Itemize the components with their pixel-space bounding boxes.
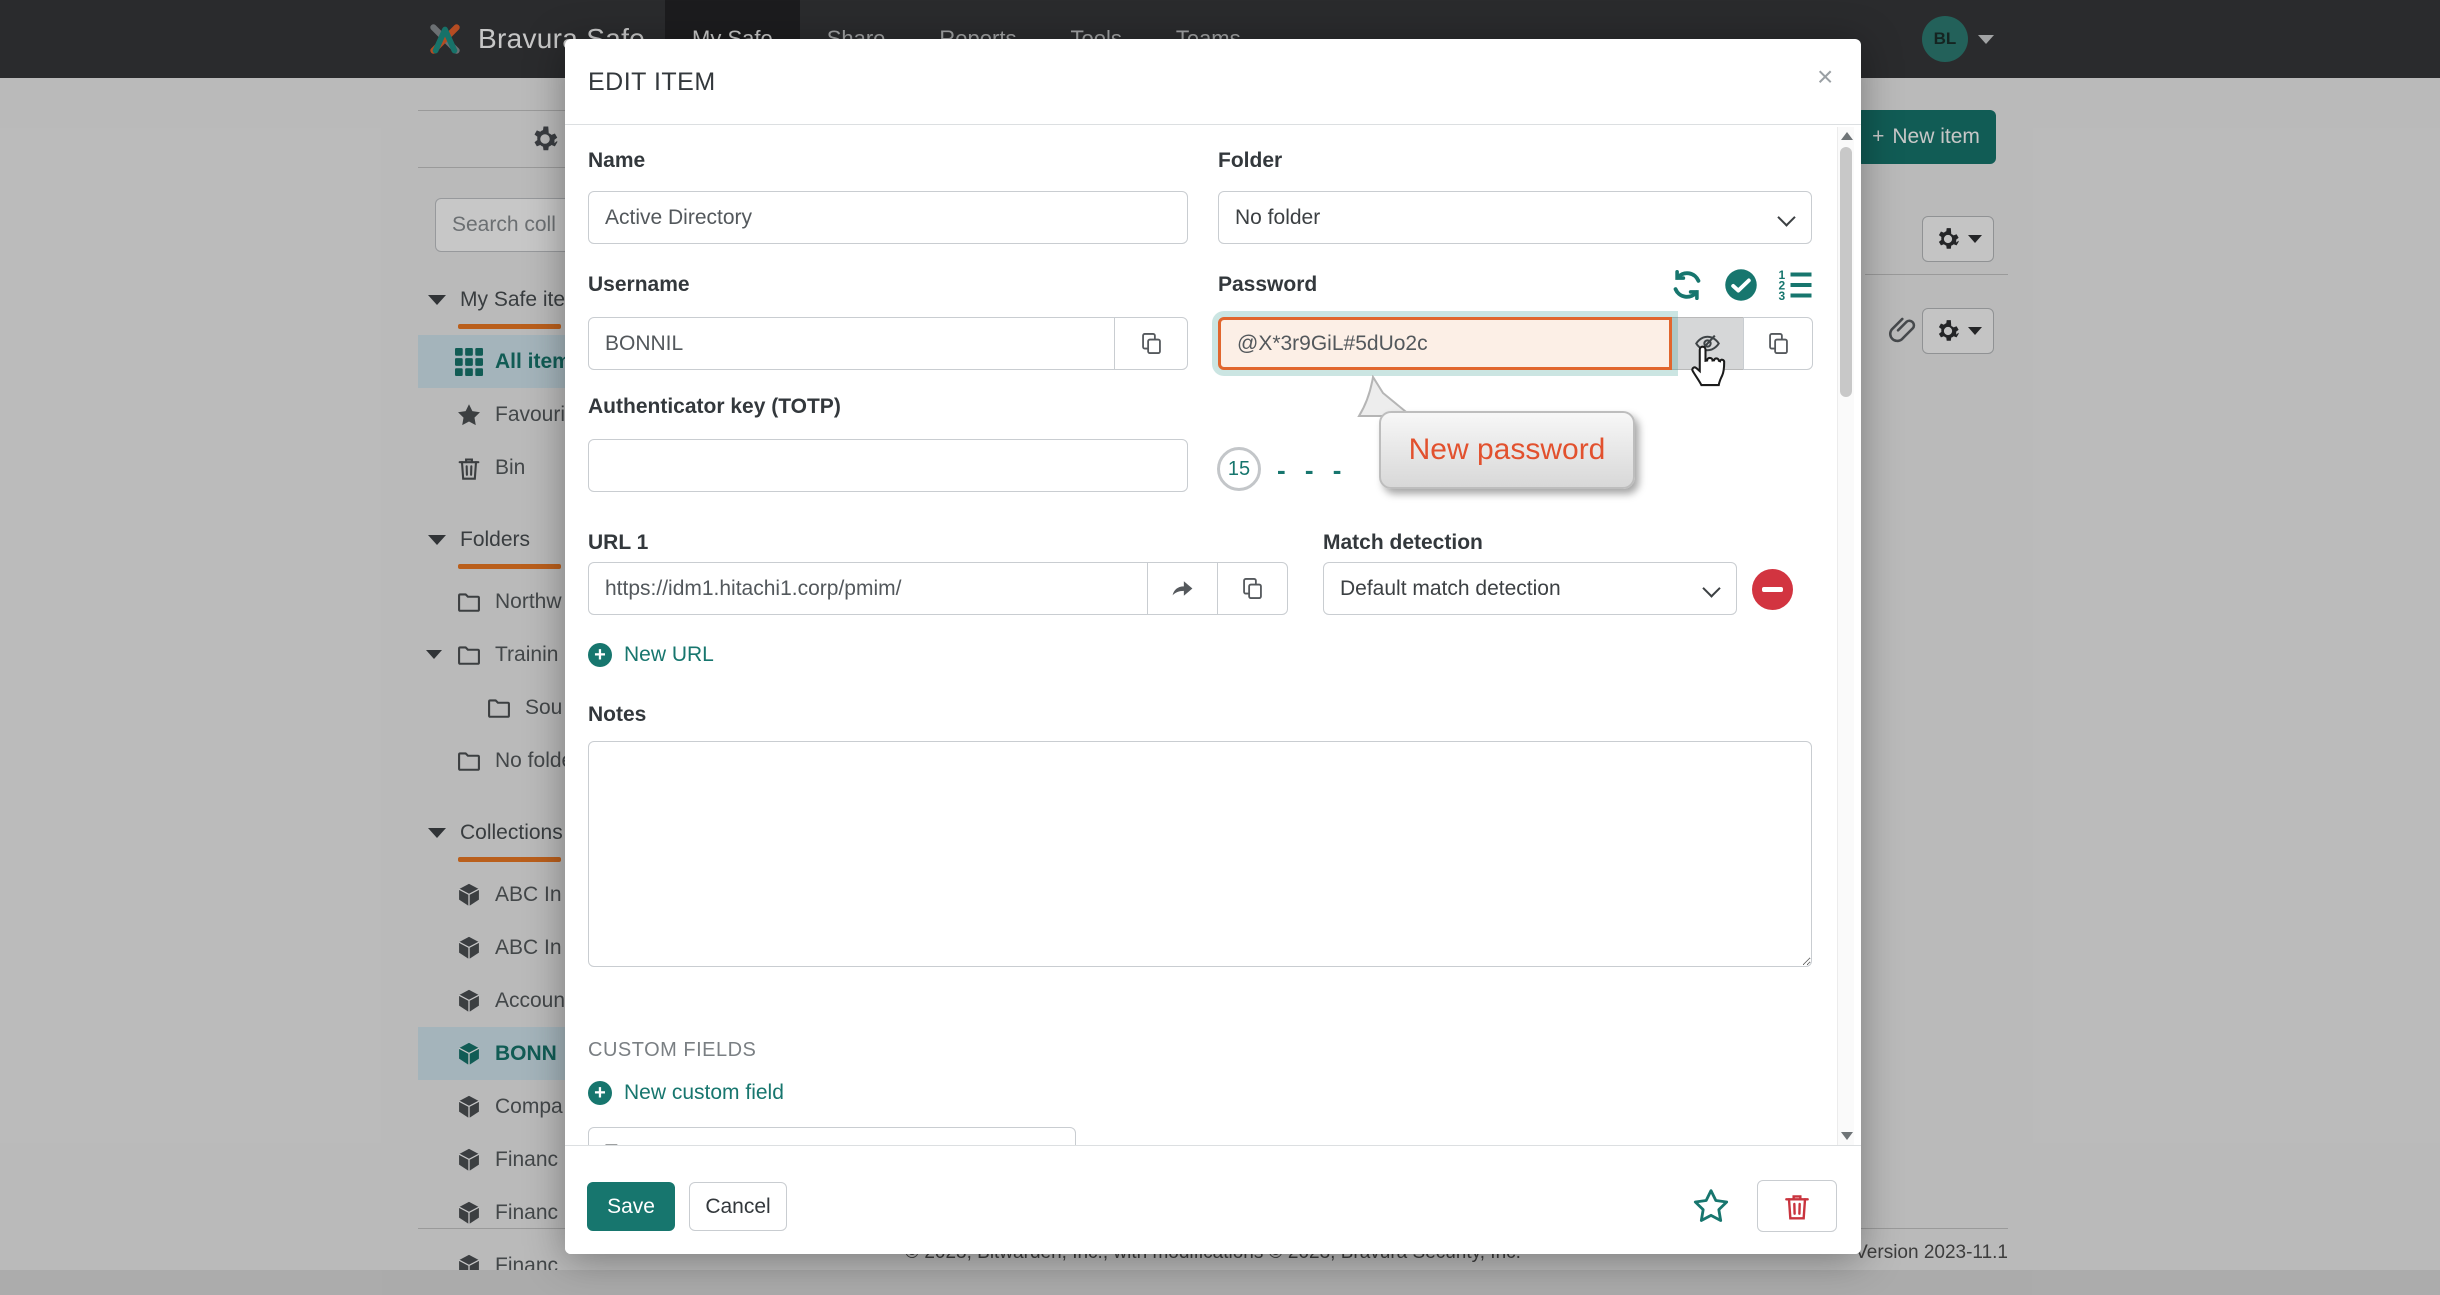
- scrollbar-thumb[interactable]: [1840, 147, 1852, 397]
- modal-scrollbar: [1837, 127, 1854, 1145]
- password-actions: 123: [1669, 267, 1813, 303]
- copy-password-button[interactable]: [1743, 317, 1813, 370]
- folder-select[interactable]: No folder: [1218, 191, 1812, 244]
- svg-text:3: 3: [1779, 289, 1786, 303]
- name-label: Name: [588, 149, 645, 173]
- edit-item-modal: EDIT ITEM × Name Folder No folder Userna…: [565, 39, 1861, 1254]
- scroll-down-arrow[interactable]: [1841, 1132, 1853, 1140]
- remove-url-button[interactable]: [1752, 569, 1793, 610]
- delete-item-button[interactable]: [1757, 1180, 1837, 1232]
- copy-icon: [1138, 330, 1165, 357]
- url-group: [588, 562, 1290, 615]
- password-history-icon[interactable]: 123: [1777, 267, 1813, 303]
- eye-slash-icon: [1694, 330, 1721, 357]
- password-label: Password: [1218, 273, 1317, 297]
- password-input[interactable]: [1218, 317, 1672, 370]
- modal-footer: Save Cancel: [565, 1145, 1861, 1254]
- notes-textarea[interactable]: [588, 741, 1812, 967]
- totp-input[interactable]: [588, 439, 1188, 492]
- new-custom-field-link[interactable]: + New custom field: [588, 1081, 784, 1105]
- launch-url-button[interactable]: [1147, 562, 1218, 615]
- check-password-icon[interactable]: [1723, 267, 1759, 303]
- chevron-down-icon: [1777, 208, 1795, 226]
- launch-icon: [1169, 575, 1196, 602]
- copy-icon: [1765, 330, 1792, 357]
- modal-title: EDIT ITEM: [588, 39, 716, 125]
- save-button[interactable]: Save: [587, 1182, 675, 1231]
- copy-icon: [1239, 575, 1266, 602]
- plus-icon: +: [588, 643, 612, 667]
- match-detection-label: Match detection: [1323, 531, 1483, 555]
- match-detection-select[interactable]: Default match detection: [1323, 562, 1737, 615]
- app: Bravura Safe My SafeShareReportsToolsTea…: [0, 0, 2440, 1295]
- folder-label: Folder: [1218, 149, 1282, 173]
- toggle-password-visibility-button[interactable]: [1671, 317, 1744, 370]
- url-input[interactable]: [588, 562, 1148, 615]
- plus-icon: +: [588, 1081, 612, 1105]
- trash-icon: [1781, 1190, 1813, 1222]
- new-url-link[interactable]: + New URL: [588, 643, 714, 667]
- regenerate-password-icon[interactable]: [1669, 267, 1705, 303]
- modal-header: EDIT ITEM ×: [565, 39, 1861, 125]
- copy-username-button[interactable]: [1114, 317, 1188, 370]
- totp-label: Authenticator key (TOTP): [588, 395, 841, 419]
- cancel-button[interactable]: Cancel: [689, 1182, 787, 1231]
- custom-fields-heading: CUSTOM FIELDS: [588, 1039, 756, 1062]
- close-icon[interactable]: ×: [1817, 63, 1833, 91]
- notes-label: Notes: [588, 703, 646, 727]
- username-group: [588, 317, 1188, 370]
- new-password-tooltip: New password: [1379, 411, 1635, 489]
- username-input[interactable]: [588, 317, 1115, 370]
- username-label: Username: [588, 273, 690, 297]
- url-label: URL 1: [588, 531, 648, 555]
- chevron-down-icon: [1702, 579, 1720, 597]
- scroll-up-arrow[interactable]: [1841, 132, 1853, 140]
- name-input[interactable]: [588, 191, 1188, 244]
- copy-url-button[interactable]: [1217, 562, 1288, 615]
- totp-countdown: 15: [1217, 447, 1261, 491]
- password-group: [1218, 317, 1815, 370]
- favourite-star-icon[interactable]: [1691, 1186, 1731, 1226]
